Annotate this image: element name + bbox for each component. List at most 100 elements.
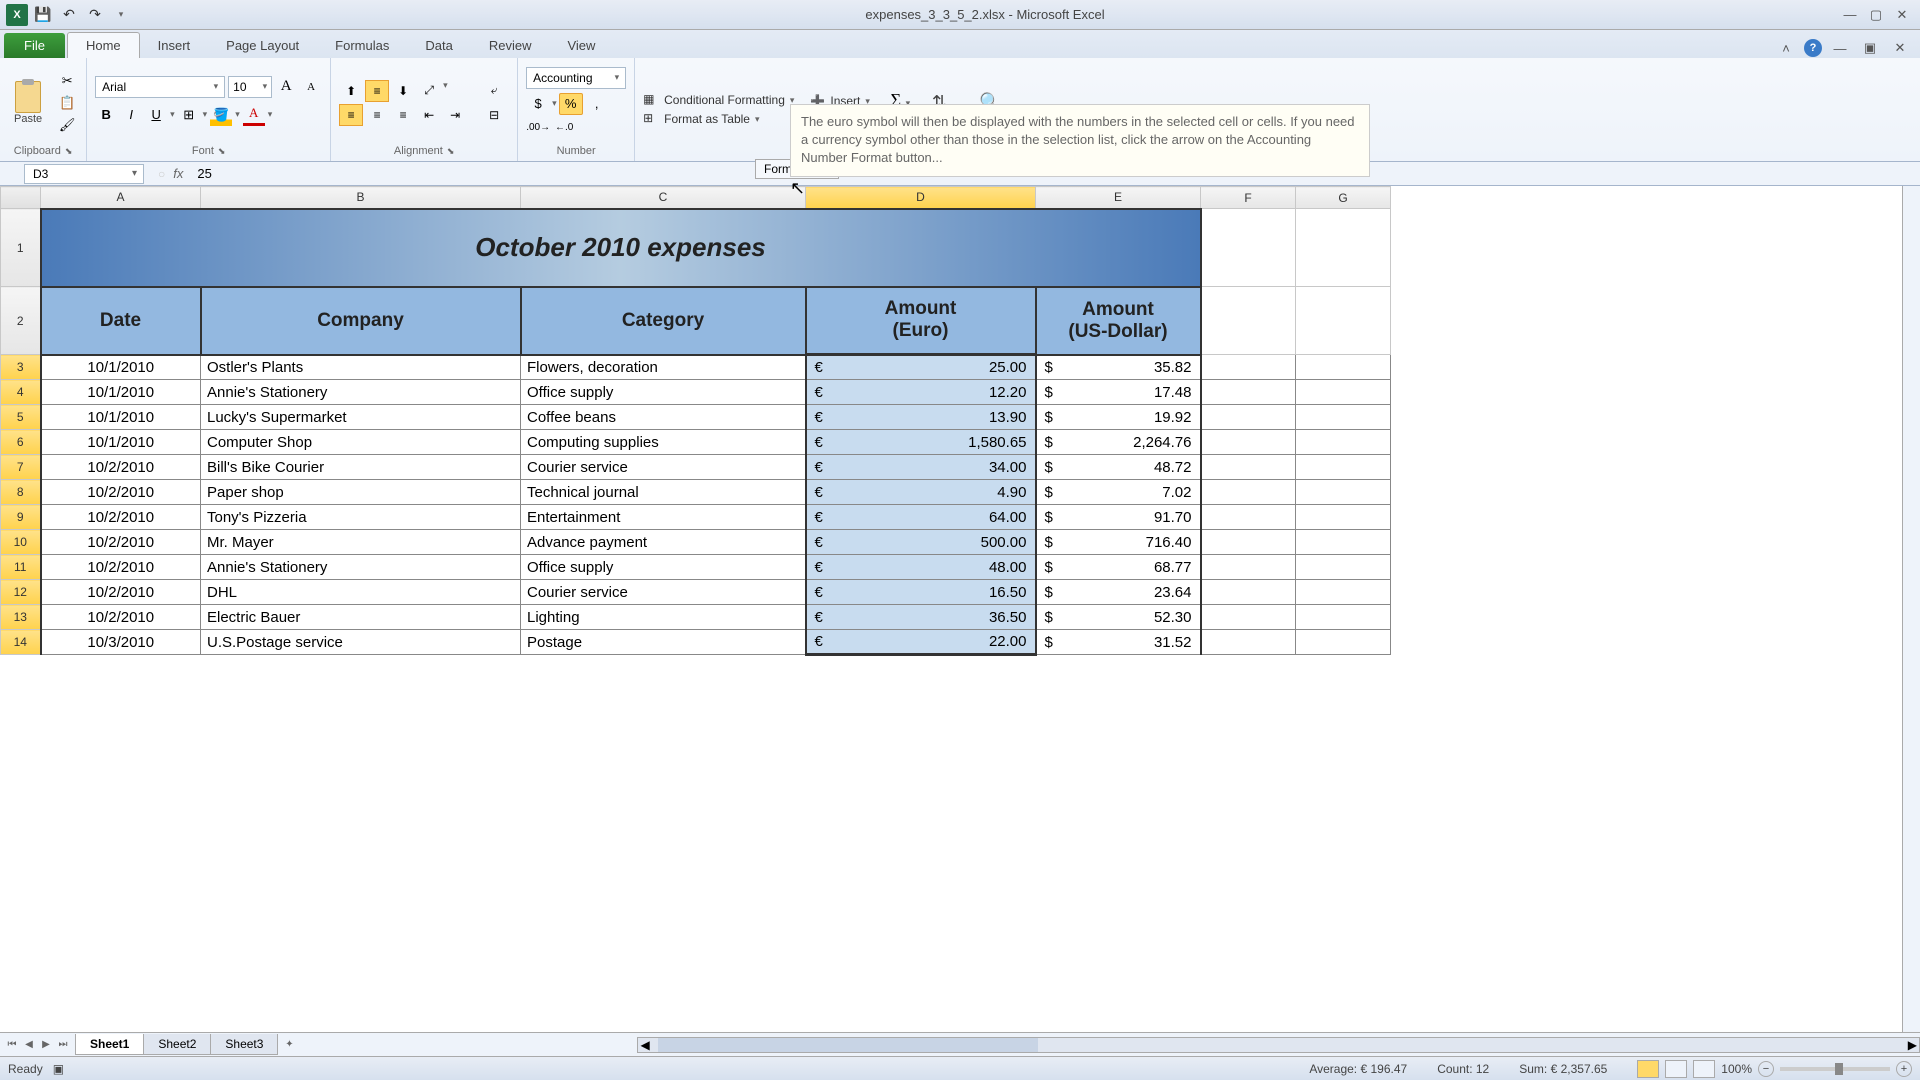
cell-category[interactable]: Coffee beans bbox=[521, 405, 806, 430]
format-as-table-button[interactable]: ⊞Format as Table ▾ bbox=[643, 111, 794, 127]
fill-dropdown[interactable]: ▾ bbox=[235, 109, 240, 120]
cell-date[interactable]: 10/2/2010 bbox=[41, 605, 201, 630]
row-header-1[interactable]: 1 bbox=[1, 209, 41, 287]
cell-company[interactable]: Tony's Pizzeria bbox=[201, 505, 521, 530]
col-header-G[interactable]: G bbox=[1296, 187, 1391, 209]
cell-company[interactable]: DHL bbox=[201, 580, 521, 605]
alignment-launcher-icon[interactable]: ⬊ bbox=[447, 146, 455, 157]
cut-icon[interactable]: ✂ bbox=[56, 71, 78, 91]
cell-usd[interactable]: $2,264.76 bbox=[1036, 430, 1201, 455]
borders-dropdown[interactable]: ▾ bbox=[203, 109, 208, 120]
cell-company[interactable]: Ostler's Plants bbox=[201, 355, 521, 380]
merge-center-icon[interactable]: ⊟ bbox=[479, 104, 509, 126]
minimize-button[interactable]: — bbox=[1838, 5, 1862, 25]
name-box[interactable]: D3 bbox=[24, 164, 144, 184]
increase-decimal-icon[interactable]: .00→ bbox=[526, 117, 550, 139]
comma-style-icon[interactable]: , bbox=[585, 93, 609, 115]
file-tab[interactable]: File bbox=[4, 33, 65, 58]
decrease-indent-icon[interactable]: ⇤ bbox=[417, 104, 441, 126]
cell-date[interactable]: 10/3/2010 bbox=[41, 630, 201, 655]
cell-euro[interactable]: €13.90 bbox=[806, 405, 1036, 430]
cell-date[interactable]: 10/1/2010 bbox=[41, 430, 201, 455]
bold-button[interactable]: B bbox=[95, 104, 117, 126]
workbook-restore-icon[interactable]: ▣ bbox=[1858, 38, 1882, 58]
zoom-in-button[interactable]: + bbox=[1896, 1061, 1912, 1077]
cell-company[interactable]: Computer Shop bbox=[201, 430, 521, 455]
cell-category[interactable]: Courier service bbox=[521, 455, 806, 480]
cell-company[interactable]: Bill's Bike Courier bbox=[201, 455, 521, 480]
accounting-format-icon[interactable]: $ bbox=[526, 93, 550, 115]
row-header[interactable]: 13 bbox=[1, 605, 41, 630]
col-header-B[interactable]: B bbox=[201, 187, 521, 209]
cell-company[interactable]: Electric Bauer bbox=[201, 605, 521, 630]
cell-euro[interactable]: €500.00 bbox=[806, 530, 1036, 555]
formulas-tab[interactable]: Formulas bbox=[317, 33, 407, 58]
clipboard-launcher-icon[interactable]: ⬊ bbox=[65, 146, 73, 157]
number-format-dropdown[interactable]: Accounting▾ bbox=[526, 67, 626, 89]
cell-usd[interactable]: $52.30 bbox=[1036, 605, 1201, 630]
cell-company[interactable]: Annie's Stationery bbox=[201, 555, 521, 580]
vertical-scrollbar[interactable] bbox=[1902, 186, 1920, 1032]
undo-icon[interactable]: ↶ bbox=[58, 4, 80, 26]
new-sheet-icon[interactable]: ✦ bbox=[281, 1037, 297, 1053]
row-header[interactable]: 6 bbox=[1, 430, 41, 455]
percent-style-icon[interactable]: % bbox=[559, 93, 583, 115]
spreadsheet-grid[interactable]: A B C D E F G 1 October 2010 expenses 2 … bbox=[0, 186, 1391, 656]
fill-color-icon[interactable]: 🪣 bbox=[210, 104, 232, 126]
header-amount-euro[interactable]: Amount(Euro) bbox=[806, 287, 1036, 355]
data-tab[interactable]: Data bbox=[407, 33, 470, 58]
copy-icon[interactable]: 📋 bbox=[56, 93, 78, 113]
increase-font-icon[interactable]: A bbox=[275, 76, 297, 98]
sheet-tab-2[interactable]: Sheet2 bbox=[143, 1034, 211, 1055]
header-category[interactable]: Category bbox=[521, 287, 806, 355]
cell-date[interactable]: 10/2/2010 bbox=[41, 580, 201, 605]
maximize-button[interactable]: ▢ bbox=[1864, 5, 1888, 25]
cell-euro[interactable]: €1,580.65 bbox=[806, 430, 1036, 455]
row-header[interactable]: 5 bbox=[1, 405, 41, 430]
align-right-icon[interactable]: ≡ bbox=[391, 104, 415, 126]
select-all-corner[interactable] bbox=[1, 187, 41, 209]
macro-record-icon[interactable]: ▣ bbox=[53, 1062, 64, 1076]
cell-company[interactable]: Paper shop bbox=[201, 480, 521, 505]
increase-indent-icon[interactable]: ⇥ bbox=[443, 104, 467, 126]
sheet-nav-first-icon[interactable]: ⏮ bbox=[4, 1037, 20, 1053]
cell-date[interactable]: 10/2/2010 bbox=[41, 505, 201, 530]
fx-icon[interactable]: fx bbox=[173, 166, 183, 181]
cell-euro[interactable]: €34.00 bbox=[806, 455, 1036, 480]
align-middle-icon[interactable]: ≡ bbox=[365, 80, 389, 102]
cell-date[interactable]: 10/1/2010 bbox=[41, 380, 201, 405]
cell-date[interactable]: 10/1/2010 bbox=[41, 355, 201, 380]
cell-category[interactable]: Technical journal bbox=[521, 480, 806, 505]
minimize-ribbon-icon[interactable]: ˄ bbox=[1774, 38, 1798, 58]
workbook-close-icon[interactable]: ✕ bbox=[1888, 38, 1912, 58]
align-top-icon[interactable]: ⬆ bbox=[339, 80, 363, 102]
cell-date[interactable]: 10/1/2010 bbox=[41, 405, 201, 430]
sheet-nav-prev-icon[interactable]: ◀ bbox=[21, 1037, 37, 1053]
close-button[interactable]: ✕ bbox=[1890, 5, 1914, 25]
cell-usd[interactable]: $91.70 bbox=[1036, 505, 1201, 530]
page-layout-tab[interactable]: Page Layout bbox=[208, 33, 317, 58]
sheet-tab-1[interactable]: Sheet1 bbox=[75, 1034, 144, 1055]
align-bottom-icon[interactable]: ⬇ bbox=[391, 80, 415, 102]
row-header[interactable]: 11 bbox=[1, 555, 41, 580]
orientation-icon[interactable]: ⤢ bbox=[417, 80, 441, 102]
wrap-text-icon[interactable]: ⤶ bbox=[479, 80, 509, 102]
borders-icon[interactable]: ⊞ bbox=[178, 104, 200, 126]
row-header[interactable]: 4 bbox=[1, 380, 41, 405]
row-header[interactable]: 14 bbox=[1, 630, 41, 655]
page-break-view-icon[interactable] bbox=[1693, 1060, 1715, 1078]
format-painter-icon[interactable]: 🖌 bbox=[56, 115, 78, 135]
row-header[interactable]: 7 bbox=[1, 455, 41, 480]
cell-euro[interactable]: €36.50 bbox=[806, 605, 1036, 630]
cell-euro[interactable]: €64.00 bbox=[806, 505, 1036, 530]
col-header-C[interactable]: C bbox=[521, 187, 806, 209]
home-tab[interactable]: Home bbox=[67, 32, 140, 58]
view-tab[interactable]: View bbox=[549, 33, 613, 58]
cell-euro[interactable]: €12.20 bbox=[806, 380, 1036, 405]
font-launcher-icon[interactable]: ⬊ bbox=[218, 146, 226, 157]
cell-category[interactable]: Office supply bbox=[521, 555, 806, 580]
decrease-font-icon[interactable]: A bbox=[300, 76, 322, 98]
font-size-dropdown[interactable]: 10▾ bbox=[228, 76, 272, 98]
cell-company[interactable]: Lucky's Supermarket bbox=[201, 405, 521, 430]
conditional-formatting-button[interactable]: ▦Conditional Formatting ▾ bbox=[643, 92, 794, 108]
